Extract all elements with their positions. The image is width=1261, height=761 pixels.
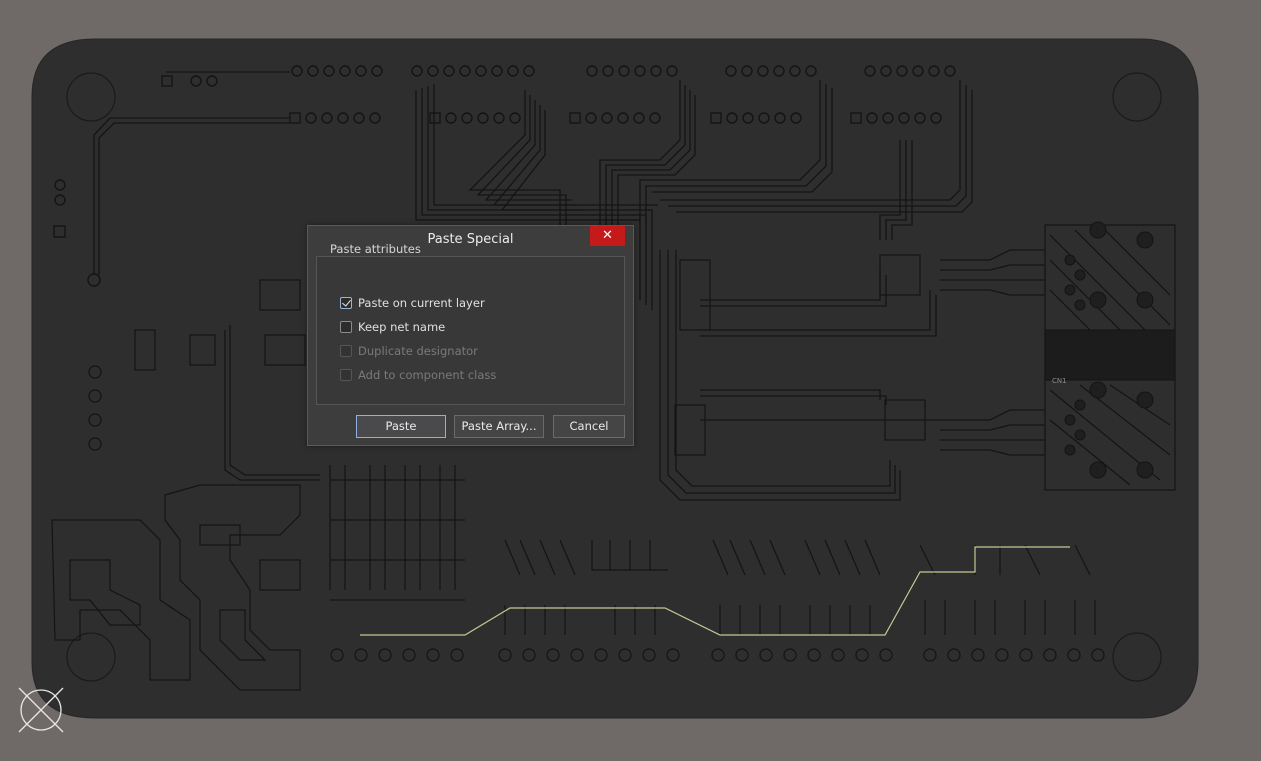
paste-button[interactable]: Paste bbox=[356, 415, 446, 438]
close-button[interactable]: ✕ bbox=[590, 226, 625, 246]
group-title: Paste attributes bbox=[330, 242, 421, 256]
option-add-to-component-class: Add to component class bbox=[340, 367, 496, 383]
silkscreen-label-cn1: CN1 bbox=[1052, 377, 1067, 385]
option-label: Keep net name bbox=[358, 320, 446, 334]
option-keep-net-name[interactable]: Keep net name bbox=[340, 319, 445, 335]
option-label: Paste on current layer bbox=[358, 296, 485, 310]
option-duplicate-designator: Duplicate designator bbox=[340, 343, 478, 359]
checkbox-keep-net-name[interactable] bbox=[340, 321, 352, 333]
paste-array-button[interactable]: Paste Array... bbox=[454, 415, 544, 438]
cancel-button[interactable]: Cancel bbox=[553, 415, 625, 438]
paste-special-dialog: Paste Special ✕ Paste attributes Paste o… bbox=[307, 225, 634, 446]
checkbox-duplicate-designator bbox=[340, 345, 352, 357]
option-label: Add to component class bbox=[358, 368, 497, 382]
option-paste-on-current-layer[interactable]: Paste on current layer bbox=[340, 295, 485, 311]
option-label: Duplicate designator bbox=[358, 344, 478, 358]
close-icon: ✕ bbox=[602, 228, 613, 243]
checkmark-icon[interactable] bbox=[340, 297, 352, 309]
checkbox-add-to-component-class bbox=[340, 369, 352, 381]
